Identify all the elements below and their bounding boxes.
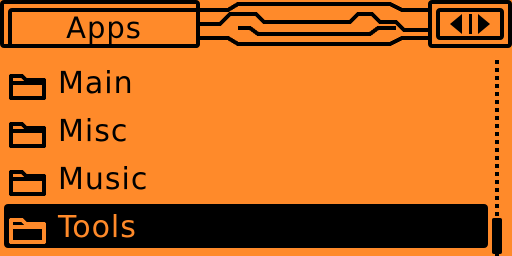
list-item-label: Misc [58, 114, 129, 149]
nav-frame [436, 8, 504, 40]
title-tab: Apps [0, 0, 200, 48]
triangle-left-icon[interactable] [444, 14, 470, 34]
nav-tab [428, 0, 512, 48]
page-title: Apps [66, 11, 142, 45]
scroll-thumb[interactable] [492, 218, 502, 254]
triangle-right-icon[interactable] [472, 14, 498, 34]
screen: Apps Main Misc Music Tools [0, 0, 512, 256]
folder-list: Main Misc Music Tools [0, 56, 488, 256]
list-item-label: Main [58, 66, 134, 101]
list-item-misc[interactable]: Misc [4, 108, 488, 152]
header-connector [200, 2, 432, 46]
list-item-music[interactable]: Music [4, 156, 488, 200]
scrollbar[interactable] [492, 56, 504, 256]
folder-icon [9, 122, 46, 148]
list-item-main[interactable]: Main [4, 60, 488, 104]
list-item-label: Music [58, 162, 149, 197]
folder-icon [9, 170, 46, 196]
folder-icon [9, 218, 46, 244]
folder-icon [9, 74, 46, 100]
list-item-label: Tools [58, 210, 137, 245]
list-item-tools[interactable]: Tools [4, 204, 488, 248]
title-frame: Apps [8, 8, 200, 48]
